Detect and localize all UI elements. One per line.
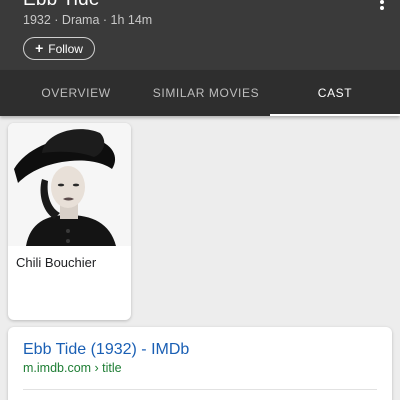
tab-bar: OVERVIEW SIMILAR MOVIES CAST	[0, 70, 400, 116]
more-vert-icon[interactable]	[378, 0, 386, 10]
movie-meta: 1932 · Drama · 1h 14m	[23, 13, 153, 27]
tab-similar-movies[interactable]: SIMILAR MOVIES	[140, 70, 272, 116]
search-result-card[interactable]: Ebb Tide (1932) - IMDb m.imdb.com › titl…	[8, 327, 392, 400]
divider	[23, 389, 377, 390]
follow-label: Follow	[48, 41, 83, 56]
tab-overview[interactable]: OVERVIEW	[0, 70, 152, 116]
result-title-link[interactable]: Ebb Tide (1932) - IMDb	[23, 341, 189, 359]
result-url[interactable]: m.imdb.com › title	[23, 361, 122, 375]
cast-photo	[8, 123, 131, 246]
tab-similar-movies-label: SIMILAR MOVIES	[152, 86, 260, 100]
tab-cast[interactable]: CAST	[270, 70, 400, 116]
active-tab-indicator	[270, 114, 400, 116]
movie-header: Ebb Tide 1932 · Drama · 1h 14m + Follow	[0, 0, 400, 70]
cast-photo-image	[8, 123, 131, 246]
tab-overview-label: OVERVIEW	[41, 86, 111, 100]
movie-title: Ebb Tide	[23, 0, 100, 11]
tab-cast-label: CAST	[317, 86, 353, 100]
plus-icon: +	[35, 40, 44, 56]
cast-name: Chili Bouchier	[16, 255, 97, 270]
screen: Ebb Tide 1932 · Drama · 1h 14m + Follow …	[0, 0, 400, 400]
follow-button[interactable]: + Follow	[23, 37, 95, 60]
cast-card[interactable]: Chili Bouchier	[8, 123, 131, 320]
